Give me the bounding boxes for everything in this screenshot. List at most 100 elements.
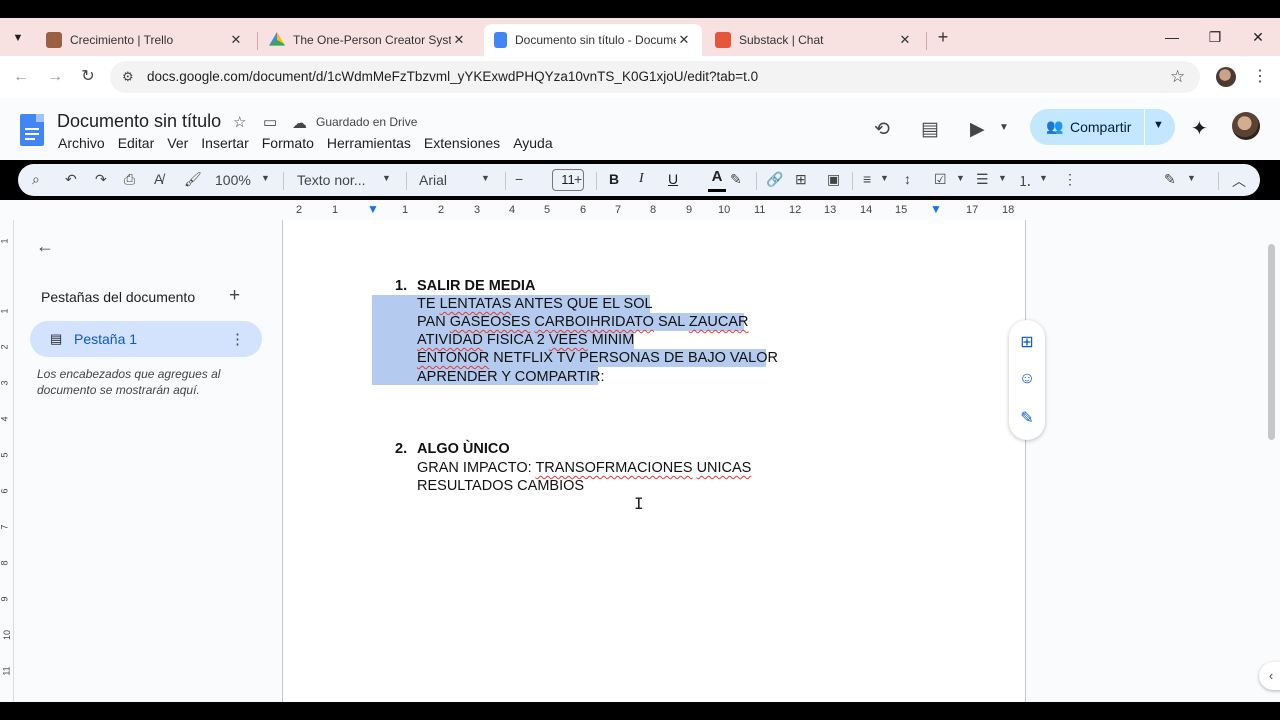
align-caret-icon[interactable]: ▼: [880, 173, 889, 183]
account-avatar[interactable]: [1232, 112, 1260, 140]
link-icon[interactable]: 🔗: [766, 171, 783, 188]
meet-caret-icon[interactable]: ▼: [999, 122, 1009, 133]
meet-icon[interactable]: ▶: [970, 118, 985, 141]
doc-line[interactable]: RESULTADOS CAMBIOS: [417, 478, 584, 494]
browser-tab-docs[interactable]: Documento sin título - Docume ✕: [484, 24, 702, 56]
menu-extensiones[interactable]: Extensiones: [424, 135, 500, 151]
forward-icon[interactable]: →: [44, 66, 66, 88]
doc-line[interactable]: ENTONOR NETFLIX TV PERSONAS DE BAJO VALO…: [417, 350, 778, 366]
browser-tab-substack[interactable]: Substack | Chat ✕: [705, 24, 923, 56]
increase-font-size-icon[interactable]: +: [574, 171, 582, 187]
close-tab-icon[interactable]: ✕: [676, 32, 692, 48]
zoom-select[interactable]: 100%: [215, 172, 251, 188]
doc-line[interactable]: GRAN IMPACTO: TRANSOFRMACIONES UNICAS: [417, 460, 751, 476]
bookmark-star-icon[interactable]: ☆: [1170, 67, 1185, 87]
highlight-icon[interactable]: ✎: [730, 171, 742, 188]
print-icon[interactable]: ⎙: [124, 171, 135, 188]
font-select[interactable]: Arial: [419, 172, 447, 188]
expand-side-panel-icon[interactable]: ‹: [1259, 662, 1280, 690]
share-caret-icon[interactable]: ▼: [1153, 119, 1164, 131]
doc-line[interactable]: PAN GASEOSES CARBOIHRIDATO SAL ZAUCAR: [417, 314, 748, 330]
right-indent-marker-icon[interactable]: ▼: [930, 202, 942, 216]
new-tab-button[interactable]: +: [932, 26, 954, 48]
bulleted-list-icon[interactable]: ☰: [976, 171, 989, 188]
text-cursor-icon: I: [634, 494, 644, 513]
tab-search-chevron-icon[interactable]: ▼: [6, 26, 30, 50]
share-button[interactable]: 👥 Compartir ▼: [1030, 109, 1175, 145]
style-select[interactable]: Texto nor...: [297, 172, 365, 188]
browser-tab-drive[interactable]: The One-Person Creator System ✕: [259, 24, 477, 56]
docs-logo-icon[interactable]: [20, 114, 44, 146]
bold-icon[interactable]: B: [609, 171, 619, 187]
floating-actions-panel: ⊞ ☺ ✎: [1009, 320, 1045, 440]
decrease-font-size-icon[interactable]: −: [515, 171, 523, 187]
back-icon[interactable]: ←: [10, 66, 32, 88]
doc-line[interactable]: ATIVIDAD FISICA 2 VEES MINIM: [417, 332, 634, 348]
version-history-icon[interactable]: ⟲: [874, 118, 890, 141]
site-settings-icon[interactable]: ⚙: [122, 69, 134, 85]
paint-format-icon[interactable]: 🖌: [184, 171, 202, 188]
menu-archivo[interactable]: Archivo: [58, 135, 105, 151]
star-icon[interactable]: ☆: [233, 113, 246, 131]
address-bar: ← → ↻ ⚙ docs.google.com/document/d/1cWdm…: [0, 56, 1280, 98]
font-caret-icon[interactable]: ▼: [481, 173, 490, 183]
url-text[interactable]: docs.google.com/document/d/1cWdmMeFzTbzv…: [147, 69, 758, 84]
move-to-folder-icon[interactable]: ▭: [263, 113, 277, 131]
browser-profile-avatar[interactable]: [1216, 67, 1236, 87]
text-color-icon[interactable]: A: [708, 168, 726, 192]
more-options-icon[interactable]: ⋮: [1063, 171, 1077, 188]
omnibox[interactable]: ⚙ docs.google.com/document/d/1cWdmMeFzTb…: [110, 61, 1200, 93]
menu-editar[interactable]: Editar: [118, 135, 155, 151]
document-title[interactable]: Documento sin título: [57, 111, 221, 132]
bullet-caret-icon[interactable]: ▼: [998, 173, 1007, 183]
gemini-icon[interactable]: ✦: [1191, 116, 1208, 141]
menu-formato[interactable]: Formato: [262, 135, 314, 151]
checklist-icon[interactable]: ☑: [934, 171, 947, 188]
checklist-caret-icon[interactable]: ▼: [956, 173, 965, 183]
emoji-reaction-icon[interactable]: ☺: [1017, 370, 1037, 390]
editing-mode-caret-icon[interactable]: ▼: [1187, 173, 1196, 183]
numbered-caret-icon[interactable]: ▼: [1039, 173, 1048, 183]
search-icon[interactable]: ⌕: [32, 171, 40, 188]
comments-icon[interactable]: ▤: [921, 118, 939, 141]
list-heading[interactable]: ALGO ÙNICO: [417, 441, 510, 457]
reload-icon[interactable]: ↻: [77, 66, 99, 88]
spellcheck-icon[interactable]: A̸: [154, 171, 163, 187]
browser-tab-trello[interactable]: Crecimiento | Trello ✕: [36, 24, 254, 56]
browser-menu-icon[interactable]: ⋮: [1252, 66, 1268, 86]
hide-menus-icon[interactable]: ︿: [1232, 171, 1246, 191]
redo-icon[interactable]: ↷: [95, 171, 107, 188]
menu-ver[interactable]: Ver: [167, 135, 188, 151]
sidebar-tab-item[interactable]: ▤ Pestaña 1 ⋮: [30, 321, 262, 357]
editing-mode-icon[interactable]: ✎: [1164, 171, 1176, 188]
minimize-button[interactable]: —: [1158, 26, 1186, 48]
list-heading[interactable]: SALIR DE MEDIA: [417, 278, 535, 294]
doc-line[interactable]: TE LENTATAS ANTES QUE EL SOL: [417, 296, 653, 312]
add-tab-button[interactable]: +: [229, 285, 240, 307]
menu-herramientas[interactable]: Herramientas: [327, 135, 411, 151]
underline-icon[interactable]: U: [668, 171, 678, 187]
menu-insertar[interactable]: Insertar: [201, 135, 248, 151]
line-spacing-icon[interactable]: ↕: [904, 171, 911, 187]
align-icon[interactable]: ≡: [863, 171, 871, 187]
scrollbar[interactable]: [1268, 244, 1275, 440]
style-caret-icon[interactable]: ▼: [382, 173, 391, 183]
doc-line[interactable]: APRENDER Y COMPARTIR:: [417, 369, 604, 385]
numbered-list-icon[interactable]: ⒈: [1018, 171, 1032, 191]
close-sidebar-back-icon[interactable]: ←: [36, 236, 54, 257]
add-comment-icon[interactable]: ⊞: [1017, 332, 1037, 352]
restore-button[interactable]: ❐: [1201, 26, 1229, 48]
close-window-button[interactable]: ✕: [1244, 26, 1272, 48]
close-tab-icon[interactable]: ✕: [228, 32, 244, 48]
zoom-caret-icon[interactable]: ▼: [261, 173, 270, 183]
add-comment-icon[interactable]: ⊞: [795, 171, 807, 188]
close-tab-icon[interactable]: ✕: [451, 32, 467, 48]
suggest-edits-icon[interactable]: ✎: [1017, 408, 1037, 428]
undo-icon[interactable]: ↶: [65, 171, 77, 188]
insert-image-icon[interactable]: ▣: [827, 171, 840, 188]
indent-marker-icon[interactable]: ▼: [367, 202, 379, 216]
close-tab-icon[interactable]: ✕: [897, 32, 913, 48]
tab-options-icon[interactable]: ⋮: [230, 330, 245, 348]
menu-ayuda[interactable]: Ayuda: [513, 135, 552, 151]
italic-icon[interactable]: I: [639, 171, 644, 187]
